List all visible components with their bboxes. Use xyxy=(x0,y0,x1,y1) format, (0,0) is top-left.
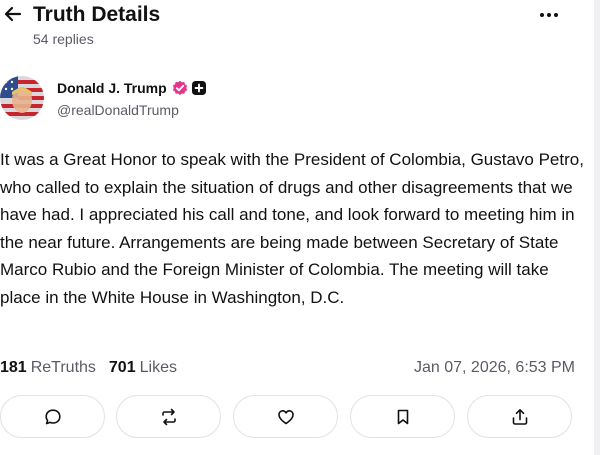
retruth-button[interactable] xyxy=(116,395,221,438)
like-button[interactable] xyxy=(233,395,338,438)
truth-details-page: Truth Details 54 replies Donald J. Trump xyxy=(0,0,600,455)
reply-icon xyxy=(44,408,61,424)
scrollbar-track[interactable] xyxy=(594,0,600,455)
share-button[interactable] xyxy=(467,395,572,438)
avatar-image xyxy=(0,76,44,120)
likes-label: Likes xyxy=(139,359,177,376)
bookmark-button[interactable] xyxy=(350,395,455,438)
like-icon xyxy=(277,409,294,424)
reply-button[interactable] xyxy=(0,395,105,438)
post-stats: 181 ReTruths 701 Likes xyxy=(0,357,177,379)
retruths-stat[interactable]: 181 ReTruths xyxy=(0,357,96,379)
more-dots-icon xyxy=(540,13,544,17)
bookmark-icon xyxy=(397,409,408,424)
author-name[interactable]: Donald J. Trump xyxy=(57,80,167,96)
likes-stat[interactable]: 701 Likes xyxy=(109,357,177,379)
post-text: It was a Great Honor to speak with the P… xyxy=(0,150,584,307)
more-options-button[interactable] xyxy=(532,4,566,26)
retruths-count: 181 xyxy=(0,359,27,376)
author-handle[interactable]: @realDonaldTrump xyxy=(57,101,179,119)
page-title: Truth Details xyxy=(33,3,161,26)
avatar[interactable] xyxy=(0,76,44,120)
arrow-left-icon xyxy=(4,6,22,22)
author-name-row: Donald J. Trump xyxy=(57,78,206,98)
retruth-icon xyxy=(161,408,176,425)
likes-count: 701 xyxy=(108,359,136,376)
verified-badge-icon xyxy=(172,80,188,96)
back-button[interactable] xyxy=(2,2,24,26)
share-icon xyxy=(512,408,527,425)
reply-count: 54 replies xyxy=(33,31,94,47)
plus-badge-icon xyxy=(191,81,206,95)
more-dots-icon-dot xyxy=(554,13,558,17)
post-timestamp: Jan 07, 2026, 6:53 PM xyxy=(414,359,575,376)
more-dots-icon-dot xyxy=(547,13,551,17)
retruths-label: ReTruths xyxy=(30,359,96,376)
